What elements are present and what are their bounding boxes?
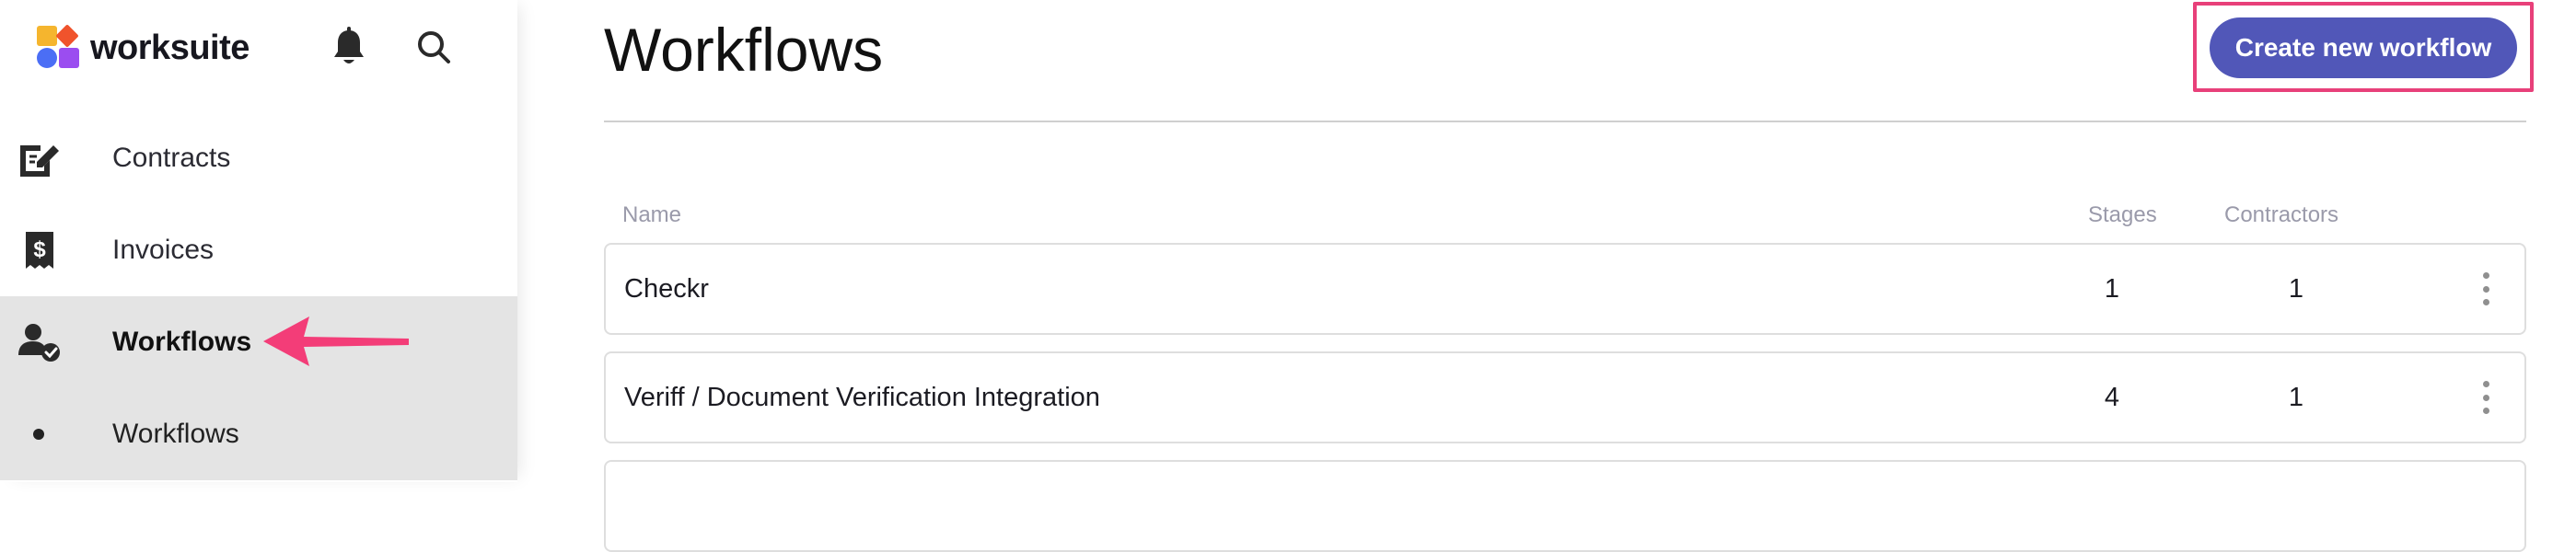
column-header-name[interactable]: Name xyxy=(622,202,681,228)
invoice-dollar-icon: $ xyxy=(17,227,63,273)
user-check-icon xyxy=(17,319,63,365)
column-header-contractors[interactable]: Contractors xyxy=(2224,202,2338,228)
stages-count: 4 xyxy=(2104,382,2120,412)
bell-icon[interactable] xyxy=(328,26,370,68)
contractors-count: 1 xyxy=(2288,382,2304,412)
app-name: worksuite xyxy=(90,28,249,67)
workflow-name: Veriff / Document Verification Integrati… xyxy=(624,382,1100,412)
search-icon[interactable] xyxy=(412,26,455,68)
stages-count: 1 xyxy=(2104,273,2120,304)
highlight-frame: Create new workflow xyxy=(2193,2,2534,92)
sidebar-item-label: Invoices xyxy=(112,235,215,265)
table-row[interactable]: Checkr 1 1 xyxy=(604,243,2526,335)
page-title: Workflows xyxy=(604,16,884,84)
table-row[interactable]: Veriff / Document Verification Integrati… xyxy=(604,351,2526,443)
bullet-dot xyxy=(33,429,44,440)
more-options-icon[interactable] xyxy=(2475,381,2497,414)
sidebar-item-workflows[interactable]: Workflows xyxy=(0,296,517,388)
sidebar-item-label: Contracts xyxy=(112,143,231,173)
sidebar-item-contracts[interactable]: Contracts xyxy=(0,112,517,204)
sidebar-item-label: Workflows xyxy=(112,419,239,449)
worksuite-logo-icon xyxy=(37,24,81,70)
table-row[interactable] xyxy=(604,460,2526,552)
annotation-arrow-icon xyxy=(263,316,409,366)
divider xyxy=(604,121,2526,122)
column-header-stages[interactable]: Stages xyxy=(2088,202,2157,228)
sidebar-subitem-workflows[interactable]: Workflows xyxy=(0,388,517,480)
sidebar: worksuite Contracts $ Invoices Workflows… xyxy=(0,0,517,482)
sidebar-item-invoices[interactable]: $ Invoices xyxy=(0,204,517,296)
contractors-count: 1 xyxy=(2288,273,2304,304)
app-logo[interactable]: worksuite xyxy=(37,24,249,70)
contract-edit-icon xyxy=(17,135,63,181)
sidebar-item-label: Workflows xyxy=(112,327,252,357)
create-workflow-button[interactable]: Create new workflow xyxy=(2210,17,2517,78)
more-options-icon[interactable] xyxy=(2475,272,2497,305)
svg-text:$: $ xyxy=(33,237,46,262)
workflow-name: Checkr xyxy=(624,273,709,304)
